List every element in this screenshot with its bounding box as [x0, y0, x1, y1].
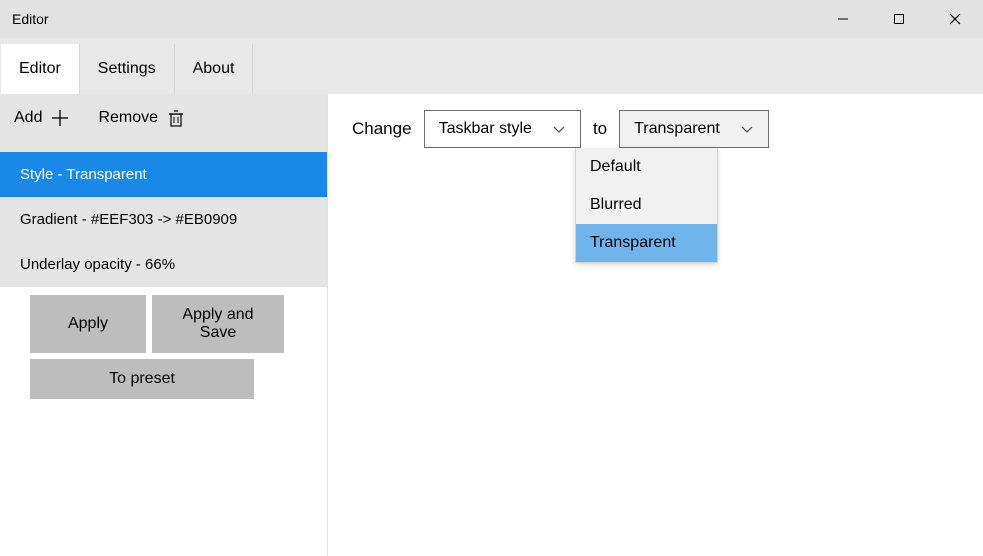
value-select-value: Transparent: [634, 120, 720, 138]
content-area: Add Remove Style - Transparent Gradient …: [0, 94, 983, 556]
rules-list: Style - Transparent Gradient - #EEF303 -…: [0, 142, 327, 287]
add-button[interactable]: Add: [14, 108, 70, 128]
chevron-down-icon: [552, 122, 566, 136]
dropdown-option-blurred[interactable]: Blurred: [576, 186, 717, 224]
value-select[interactable]: Transparent: [619, 110, 769, 148]
close-icon: [949, 13, 961, 25]
rule-item[interactable]: Underlay opacity - 66%: [0, 242, 327, 287]
maximize-button[interactable]: [871, 0, 927, 38]
property-select[interactable]: Taskbar style: [424, 110, 581, 148]
to-preset-button[interactable]: To preset: [30, 359, 254, 399]
window-controls: [815, 0, 983, 38]
tab-settings[interactable]: Settings: [80, 44, 175, 94]
titlebar: Editor: [0, 0, 983, 38]
sidebar: Add Remove Style - Transparent Gradient …: [0, 94, 328, 556]
tab-bar: Editor Settings About: [0, 38, 983, 94]
maximize-icon: [893, 13, 905, 25]
tab-about[interactable]: About: [175, 44, 254, 94]
rule-item[interactable]: Style - Transparent: [0, 152, 327, 197]
apply-save-button[interactable]: Apply and Save: [152, 295, 284, 353]
close-button[interactable]: [927, 0, 983, 38]
remove-button[interactable]: Remove: [98, 108, 186, 128]
action-buttons: Apply Apply and Save To preset: [0, 287, 327, 413]
chevron-down-icon: [740, 122, 754, 136]
minimize-icon: [837, 13, 849, 25]
trash-icon: [166, 108, 186, 128]
change-label: Change: [352, 119, 412, 139]
add-label: Add: [14, 109, 42, 127]
minimize-button[interactable]: [815, 0, 871, 38]
rule-item[interactable]: Gradient - #EEF303 -> #EB0909: [0, 197, 327, 242]
value-dropdown: Default Blurred Transparent: [575, 148, 718, 263]
remove-label: Remove: [98, 109, 158, 127]
apply-button[interactable]: Apply: [30, 295, 146, 353]
sidebar-toolbar: Add Remove: [0, 94, 327, 142]
dropdown-option-default[interactable]: Default: [576, 148, 717, 186]
window-title: Editor: [12, 11, 49, 27]
property-select-value: Taskbar style: [439, 120, 532, 138]
plus-icon: [50, 108, 70, 128]
config-row: Change Taskbar style to Transparent: [352, 110, 959, 148]
tab-editor[interactable]: Editor: [1, 44, 80, 94]
main-panel: Change Taskbar style to Transparent Defa…: [328, 94, 983, 556]
to-label: to: [593, 119, 607, 139]
dropdown-option-transparent[interactable]: Transparent: [576, 224, 717, 262]
